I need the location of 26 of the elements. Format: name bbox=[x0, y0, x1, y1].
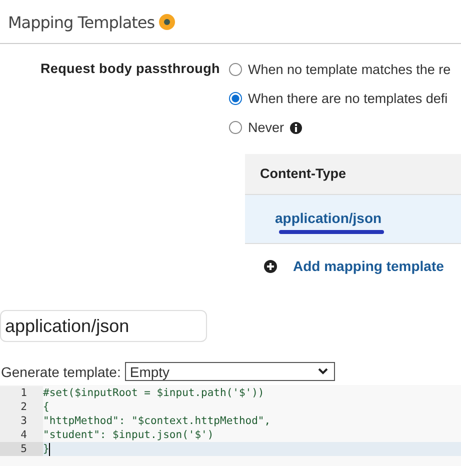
column-header: Content-Type bbox=[245, 154, 461, 195]
content-type-link[interactable]: application/json bbox=[275, 210, 382, 226]
code-line: "httpMethod": "$context.httpMethod", bbox=[43, 415, 271, 427]
code-line: #set($inputRoot = $input.path('$')) bbox=[43, 387, 264, 399]
generate-template-label: Generate template: bbox=[1, 364, 121, 380]
code-editor[interactable]: 1 #set($inputRoot = $input.path('$')) 2 { 3 "httpMethod": "$context.httpMethod", 4 "student": $input.json('$') 5 } bbox=[0, 385, 461, 466]
code-line: { bbox=[43, 401, 50, 413]
status-dot-icon bbox=[158, 14, 175, 30]
line-number: 3 bbox=[0, 414, 43, 428]
line-number: 1 bbox=[0, 386, 43, 400]
section-title: Mapping Templates bbox=[8, 12, 155, 32]
line-number: 4 bbox=[0, 428, 43, 442]
content-type-field[interactable]: application/json bbox=[0, 310, 207, 342]
line-number: 5 bbox=[0, 442, 43, 456]
table-row[interactable]: application/json bbox=[245, 195, 461, 244]
radio-option[interactable]: When there are no templates defi bbox=[229, 89, 451, 108]
code-line: } bbox=[43, 443, 50, 455]
chevron-down-icon bbox=[318, 368, 328, 375]
passthrough-label: Request body passthrough bbox=[39, 60, 220, 78]
line-number: 2 bbox=[0, 400, 43, 414]
radio-option[interactable]: When no template matches the re bbox=[229, 60, 451, 79]
plus-icon bbox=[264, 260, 277, 272]
code-line: "student": $input.json('$') bbox=[43, 429, 214, 441]
radio-option[interactable]: Never bbox=[229, 118, 451, 137]
template-select[interactable]: Empty bbox=[124, 362, 335, 381]
add-mapping-template-link[interactable]: Add mapping template bbox=[293, 258, 444, 274]
